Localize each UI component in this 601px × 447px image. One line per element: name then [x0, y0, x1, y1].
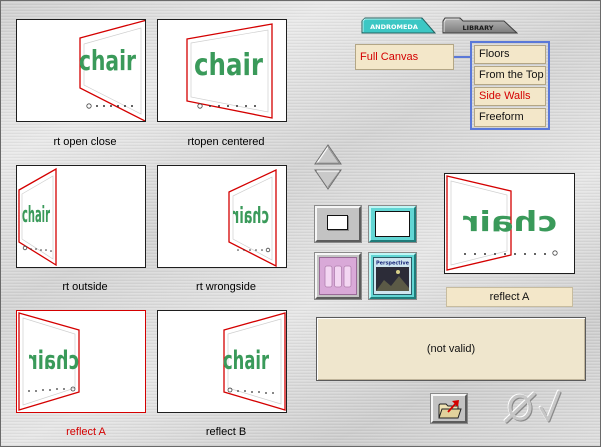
- preset-label: reflect B: [205, 426, 247, 438]
- sample-text: chair: [22, 203, 50, 228]
- preview-image: chair: [444, 173, 575, 274]
- preset-preview-image: chair: [79, 20, 145, 121]
- scroll-up-button[interactable]: [314, 144, 342, 166]
- preset-label: rt outside: [62, 281, 108, 293]
- cancel-icon: [503, 391, 537, 424]
- preset-label: rtopen centered: [187, 136, 265, 148]
- arrow-up-icon: [314, 144, 342, 165]
- status-panel: (not valid): [316, 317, 586, 381]
- sample-text: chair: [223, 346, 269, 376]
- preset-label: rt open close: [53, 136, 117, 148]
- tiles-icon: [319, 257, 357, 295]
- arrow-down-icon: [314, 169, 342, 190]
- preset-reflect-a[interactable]: chair: [16, 310, 146, 413]
- frame-small-icon: [327, 215, 348, 230]
- frame-full-icon: [375, 211, 410, 237]
- tab-label: ANDROMEDA: [370, 23, 418, 31]
- tab-andromeda[interactable]: ANDROMEDA: [361, 17, 436, 34]
- preset-label: reflect A: [66, 426, 106, 438]
- preview-label: reflect A: [446, 287, 573, 307]
- preset-label: rt wrongside: [196, 281, 256, 293]
- tab-label: LIBRARY: [463, 24, 494, 32]
- preset-preview-image: chair: [223, 312, 286, 411]
- checkmark-icon: [538, 389, 562, 423]
- sample-text: chair: [194, 48, 263, 83]
- sample-text-mirrored: chair: [463, 205, 557, 238]
- preset-preview-image: chair: [228, 168, 277, 267]
- mode-option-list: Floors From the Top Side Walls Freeform: [470, 41, 550, 130]
- preset-preview-image: chair: [18, 167, 57, 267]
- preset-rtopen-centered[interactable]: chair: [157, 19, 287, 122]
- tab-library[interactable]: LIBRARY: [442, 16, 518, 34]
- frame-small-button[interactable]: [315, 206, 361, 242]
- sample-text: chair: [79, 44, 136, 77]
- sample-text-mirrored: chair: [233, 204, 269, 229]
- perspective-mode-button[interactable]: Perspective: [369, 253, 416, 299]
- preset-preview-image: chair: [18, 312, 80, 411]
- preset-rt-outside[interactable]: chair: [16, 165, 146, 268]
- tile-mode-button[interactable]: [315, 253, 361, 299]
- perspective-thumb-label: Perspective: [376, 261, 409, 267]
- preset-preview-image: chair: [186, 23, 273, 119]
- sample-text-mirrored: chair: [29, 346, 79, 376]
- scroll-down-button[interactable]: [314, 168, 342, 191]
- mode-option-from-the-top[interactable]: From the Top: [474, 66, 546, 85]
- preset-rt-open-close[interactable]: chair: [16, 19, 146, 122]
- export-button[interactable]: [431, 394, 467, 423]
- folder-export-icon: [438, 400, 462, 419]
- preset-rt-wrongside[interactable]: chair: [157, 165, 287, 268]
- frame-full-button[interactable]: [369, 206, 416, 242]
- dropdown-connector: [454, 56, 470, 58]
- mode-option-floors[interactable]: Floors: [474, 45, 546, 64]
- cancel-button[interactable]: [502, 391, 539, 424]
- perspective-thumb-icon: Perspective: [373, 257, 412, 295]
- preset-reflect-b[interactable]: chair: [157, 310, 287, 413]
- mode-option-freeform[interactable]: Freeform: [474, 108, 546, 127]
- status-text: (not valid): [426, 343, 476, 355]
- perspective-plugin-panel: chair rt open close chair rtopen centere…: [0, 0, 601, 447]
- apply-button[interactable]: [537, 389, 563, 424]
- mode-option-side-walls[interactable]: Side Walls: [474, 87, 546, 106]
- canvas-mode-select[interactable]: Full Canvas: [355, 44, 454, 70]
